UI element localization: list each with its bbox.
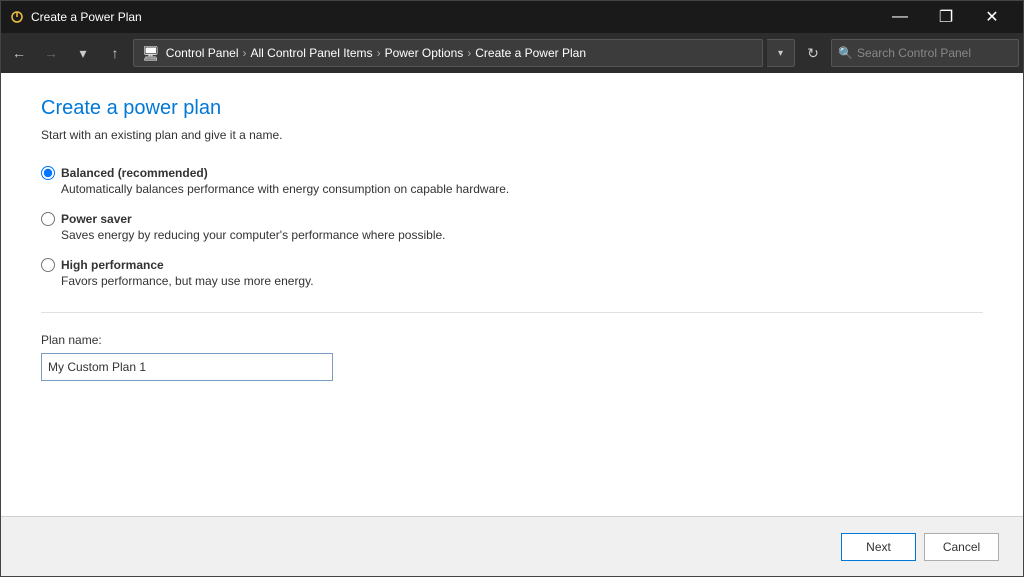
- plan-option-balanced-desc: Automatically balances performance with …: [61, 182, 983, 196]
- plan-option-high-performance: High performance Favors performance, but…: [41, 258, 983, 288]
- plan-option-balanced-text: Balanced (recommended): [61, 166, 208, 180]
- divider: [41, 312, 983, 313]
- window: Create a Power Plan — ❐ ✕ ← → ▾ ↑ 🖥 Cont…: [0, 0, 1024, 577]
- power-icon: [9, 9, 25, 25]
- breadcrumb-power-options[interactable]: Power Options: [385, 46, 464, 60]
- content-area: Create a power plan Start with an existi…: [1, 73, 1023, 576]
- plan-option-balanced-label[interactable]: Balanced (recommended): [41, 166, 983, 180]
- plan-option-high-performance-text: High performance: [61, 258, 164, 272]
- plan-name-section: Plan name:: [41, 333, 983, 381]
- breadcrumb-all-items[interactable]: All Control Panel Items: [251, 46, 373, 60]
- plan-option-balanced: Balanced (recommended) Automatically bal…: [41, 166, 983, 196]
- next-button[interactable]: Next: [841, 533, 916, 561]
- main-content: Create a power plan Start with an existi…: [1, 73, 1023, 516]
- breadcrumb-control-panel[interactable]: Control Panel: [166, 46, 239, 60]
- refresh-button[interactable]: ↻: [799, 39, 827, 67]
- radio-power-saver[interactable]: [41, 212, 55, 226]
- search-box: 🔍: [831, 39, 1019, 67]
- minimize-button[interactable]: —: [877, 1, 923, 33]
- addressbar: ← → ▾ ↑ 🖥 Control Panel › All Control Pa…: [1, 33, 1023, 73]
- window-title: Create a Power Plan: [31, 10, 877, 24]
- search-input[interactable]: [857, 46, 1012, 60]
- plan-option-power-saver: Power saver Saves energy by reducing you…: [41, 212, 983, 242]
- radio-balanced[interactable]: [41, 166, 55, 180]
- page-subtitle: Start with an existing plan and give it …: [41, 128, 983, 142]
- folder-icon: 🖥: [142, 45, 160, 62]
- plan-option-high-performance-label[interactable]: High performance: [41, 258, 983, 272]
- plan-option-power-saver-desc: Saves energy by reducing your computer's…: [61, 228, 983, 242]
- breadcrumb-create-power-plan[interactable]: Create a Power Plan: [475, 46, 586, 60]
- bottom-bar: Next Cancel: [1, 516, 1023, 576]
- up-button[interactable]: ↑: [101, 39, 129, 67]
- titlebar: Create a Power Plan — ❐ ✕: [1, 1, 1023, 33]
- address-dropdown-button[interactable]: ▾: [767, 39, 795, 67]
- plan-option-high-performance-desc: Favors performance, but may use more ene…: [61, 274, 983, 288]
- search-icon: 🔍: [838, 46, 853, 60]
- plan-options: Balanced (recommended) Automatically bal…: [41, 166, 983, 288]
- close-button[interactable]: ✕: [969, 1, 1015, 33]
- radio-high-performance[interactable]: [41, 258, 55, 272]
- plan-name-input[interactable]: [41, 353, 333, 381]
- recent-locations-button[interactable]: ▾: [69, 39, 97, 67]
- cancel-button[interactable]: Cancel: [924, 533, 999, 561]
- titlebar-controls: — ❐ ✕: [877, 1, 1015, 33]
- plan-name-label: Plan name:: [41, 333, 983, 347]
- forward-button[interactable]: →: [37, 39, 65, 67]
- page-title: Create a power plan: [41, 97, 983, 120]
- back-button[interactable]: ←: [5, 39, 33, 67]
- plan-option-power-saver-text: Power saver: [61, 212, 132, 226]
- restore-button[interactable]: ❐: [923, 1, 969, 33]
- plan-option-power-saver-label[interactable]: Power saver: [41, 212, 983, 226]
- address-path[interactable]: 🖥 Control Panel › All Control Panel Item…: [133, 39, 763, 67]
